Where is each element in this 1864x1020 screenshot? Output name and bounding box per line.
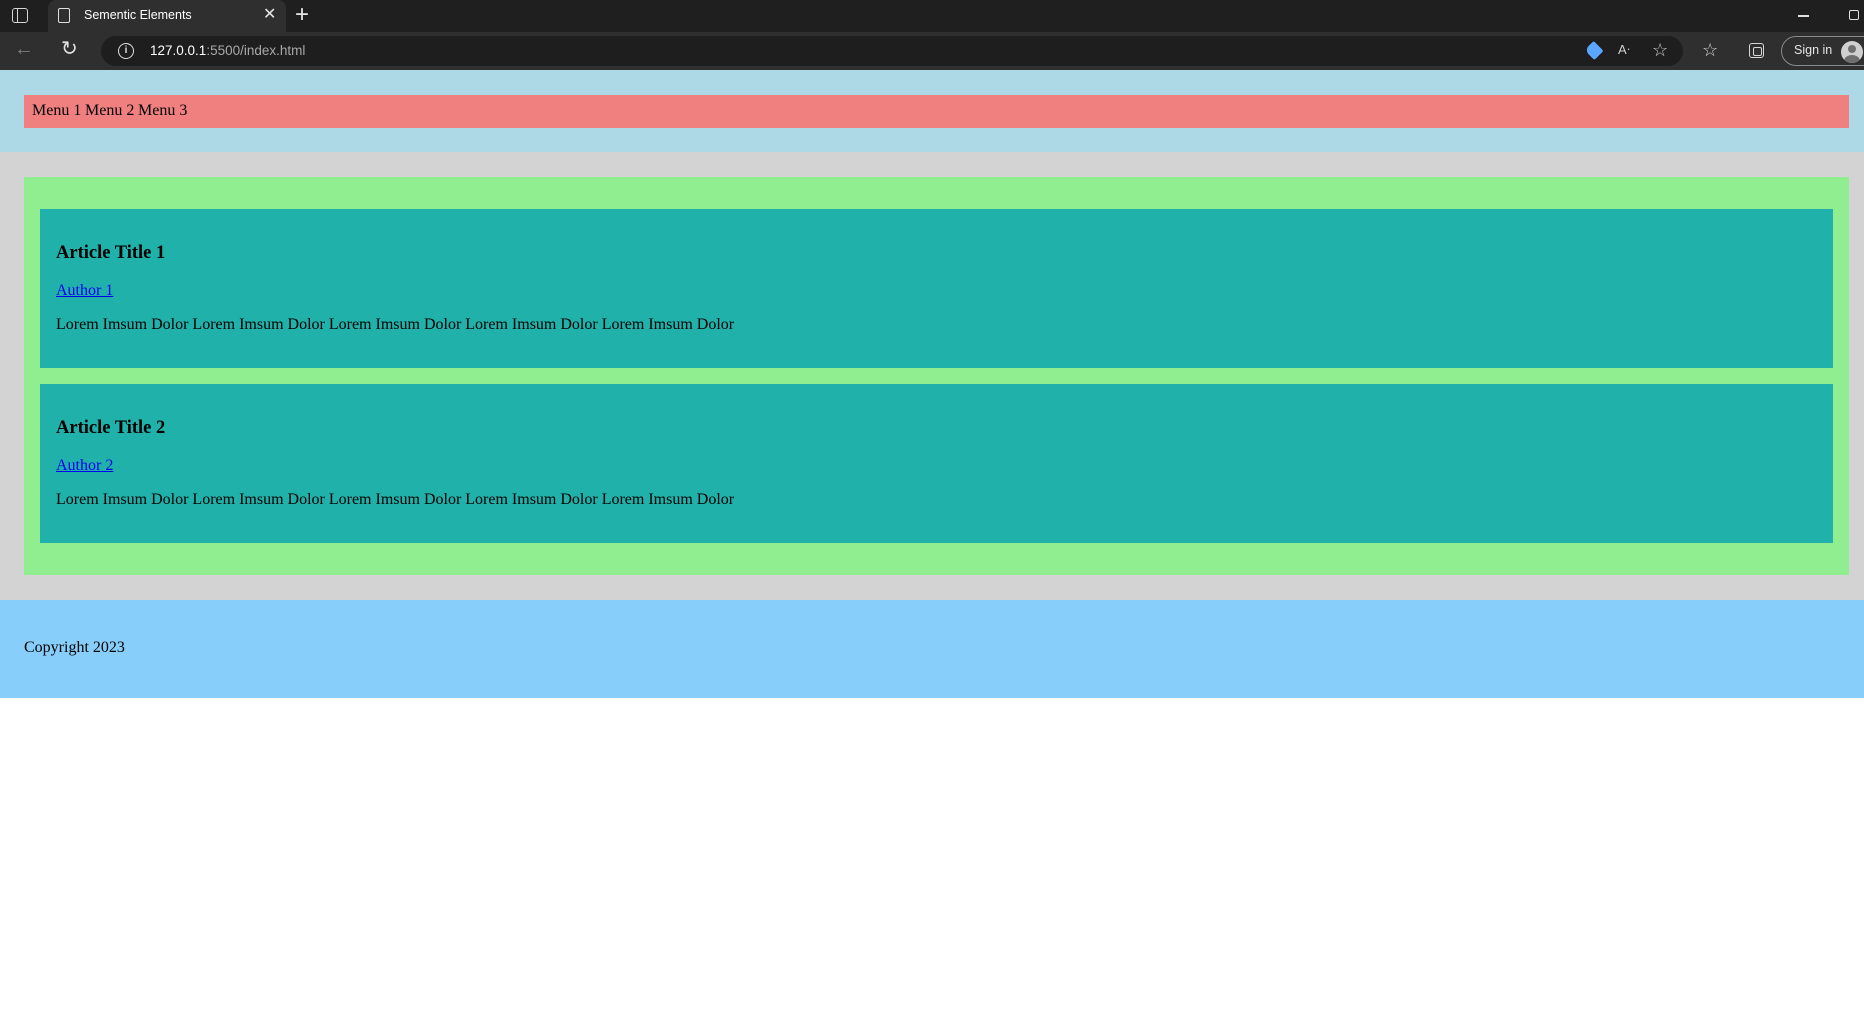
info-icon[interactable]: i: [118, 43, 134, 59]
author-link[interactable]: Author 2: [56, 457, 113, 475]
article-card: Article Title 2 Author 2 Lorem Imsum Dol…: [40, 384, 1833, 543]
close-icon[interactable]: ✕: [263, 5, 276, 25]
url-path: :5500/index.html: [206, 43, 306, 58]
site-header: Menu 1 Menu 2 Menu 3: [0, 70, 1864, 152]
browser-toolbar: ← ↻ i 127.0.0.1:5500/index.html Aᐧ ☆ ☆ S…: [0, 32, 1864, 70]
site-footer: Copyright 2023: [0, 600, 1864, 698]
plus-icon[interactable]: +: [295, 1, 309, 29]
sign-in-button[interactable]: Sign in: [1781, 36, 1864, 66]
copyright-text: Copyright 2023: [24, 639, 125, 656]
minimize-icon[interactable]: [1798, 15, 1809, 17]
star-add-icon[interactable]: ☆: [1652, 39, 1668, 61]
back-arrow-icon[interactable]: ←: [14, 37, 34, 61]
tag-icon[interactable]: [1584, 40, 1604, 61]
url-text[interactable]: 127.0.0.1:5500/index.html: [150, 43, 305, 58]
sign-in-label: Sign in: [1794, 43, 1833, 57]
article-body: Lorem Imsum Dolor Lorem Imsum Dolor Lore…: [56, 316, 735, 333]
menu-item-2[interactable]: Menu 2: [85, 102, 134, 120]
page-icon: [58, 8, 70, 23]
menu-item-3[interactable]: Menu 3: [138, 102, 187, 120]
restore-icon[interactable]: [1849, 10, 1859, 20]
avatar-icon: [1841, 41, 1863, 63]
tab-title: Sementic Elements: [84, 8, 192, 22]
browser-tab[interactable]: Sementic Elements ✕: [48, 0, 286, 32]
author-link[interactable]: Author 1: [56, 282, 113, 300]
collections-icon[interactable]: [1749, 43, 1764, 58]
tab-actions-icon[interactable]: [12, 8, 28, 23]
browser-tab-bar: Sementic Elements ✕ +: [0, 0, 1864, 32]
refresh-icon[interactable]: ↻: [61, 37, 78, 61]
articles-section: Article Title 1 Author 1 Lorem Imsum Dol…: [24, 177, 1849, 575]
address-bar[interactable]: i 127.0.0.1:5500/index.html Aᐧ ☆: [101, 36, 1683, 66]
main-content: Article Title 1 Author 1 Lorem Imsum Dol…: [0, 152, 1864, 600]
page-viewport: Menu 1 Menu 2 Menu 3 Article Title 1 Aut…: [0, 70, 1864, 1020]
article-title: Article Title 2: [56, 418, 166, 438]
menu-item-1[interactable]: Menu 1: [32, 102, 81, 120]
article-title: Article Title 1: [56, 243, 166, 263]
url-host: 127.0.0.1: [150, 43, 207, 58]
nav-menu: Menu 1 Menu 2 Menu 3: [24, 95, 1849, 128]
article-card: Article Title 1 Author 1 Lorem Imsum Dol…: [40, 209, 1833, 368]
article-body: Lorem Imsum Dolor Lorem Imsum Dolor Lore…: [56, 491, 735, 508]
read-aloud-icon[interactable]: Aᐧ: [1618, 42, 1630, 58]
favorites-icon[interactable]: ☆: [1702, 39, 1718, 61]
